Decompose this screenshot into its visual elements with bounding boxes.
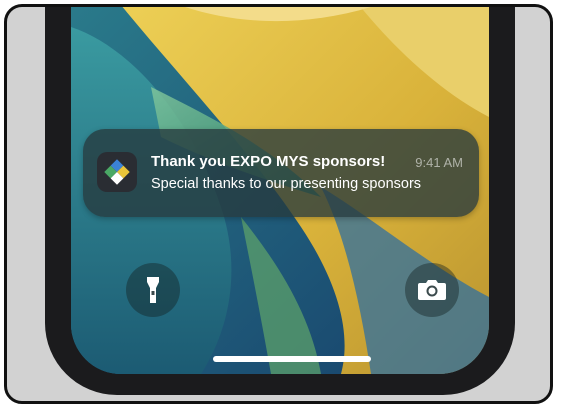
flashlight-button[interactable] [126,263,180,317]
lock-screen: Thank you EXPO MYS sponsors! 9:41 AM Spe… [71,7,489,374]
screenshot-frame: Thank you EXPO MYS sponsors! 9:41 AM Spe… [4,4,553,404]
notification-title: Thank you EXPO MYS sponsors! [151,153,386,170]
flashlight-icon [147,277,159,303]
expo-mys-diamond-icon [97,152,137,192]
camera-button[interactable] [405,263,459,317]
notification-time: 9:41 AM [415,155,463,170]
notification-card[interactable]: Thank you EXPO MYS sponsors! 9:41 AM Spe… [83,129,479,217]
home-indicator[interactable] [213,356,371,362]
camera-icon [418,280,446,300]
notification-body: Special thanks to our presenting sponsor… [151,176,422,192]
